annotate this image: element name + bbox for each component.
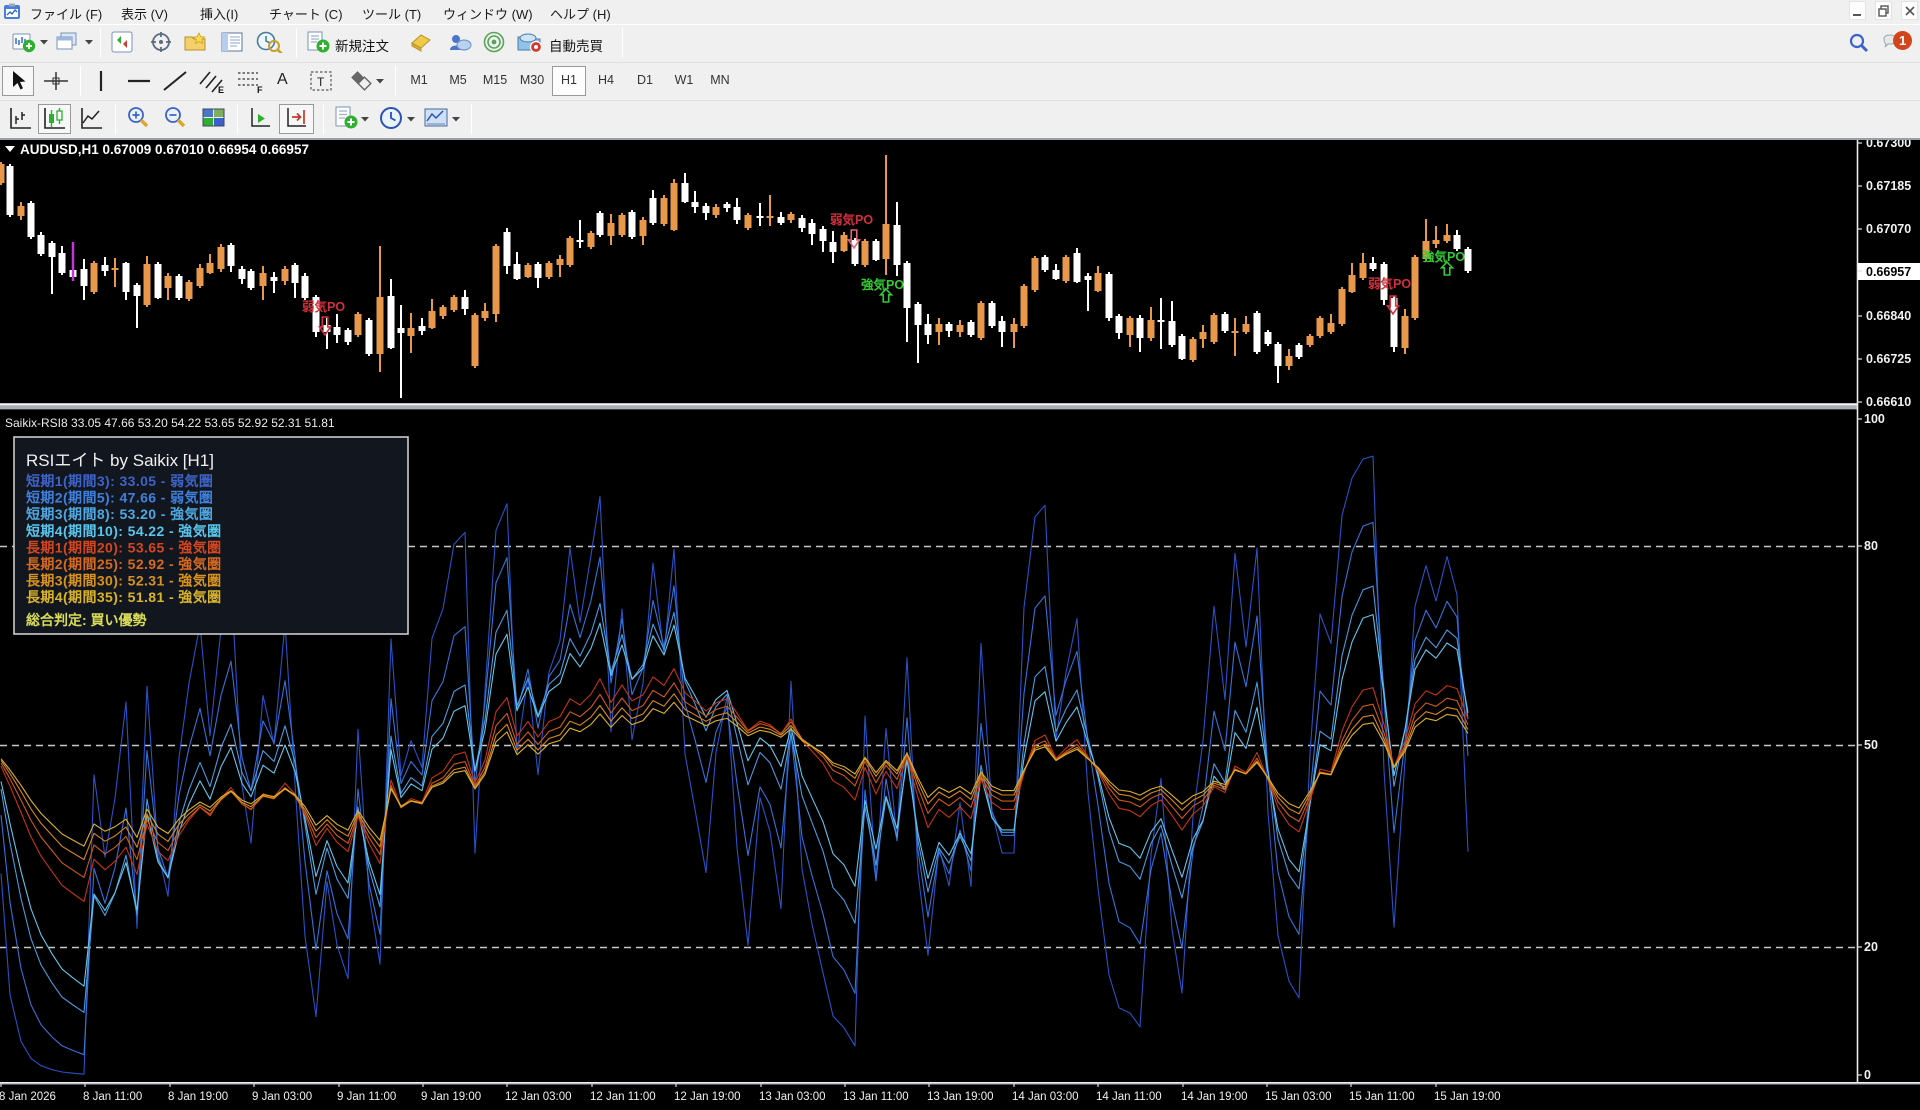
svg-text:9 Jan 19:00: 9 Jan 19:00 xyxy=(421,1091,481,1103)
svg-text:0.66725: 0.66725 xyxy=(1866,352,1911,366)
svg-text:13 Jan 03:00: 13 Jan 03:00 xyxy=(759,1091,826,1103)
svg-text:8 Jan 11:00: 8 Jan 11:00 xyxy=(83,1091,142,1103)
svg-text:短期4(期間10): 54.22 - 強気圏: 短期4(期間10): 54.22 - 強気圏 xyxy=(26,523,222,539)
svg-text:0.67300: 0.67300 xyxy=(1866,140,1911,150)
svg-text:0.67185: 0.67185 xyxy=(1866,179,1911,193)
svg-text:0.66840: 0.66840 xyxy=(1866,309,1911,323)
svg-text:短期1(期間3): 33.05 - 弱気圏: 短期1(期間3): 33.05 - 弱気圏 xyxy=(26,473,213,489)
svg-text:T: T xyxy=(317,75,325,89)
svg-text:8 Jan 2026: 8 Jan 2026 xyxy=(0,1091,56,1103)
svg-text:9 Jan 11:00: 9 Jan 11:00 xyxy=(337,1091,396,1103)
svg-text:9 Jan 03:00: 9 Jan 03:00 xyxy=(252,1091,312,1103)
svg-text:15 Jan 19:00: 15 Jan 19:00 xyxy=(1434,1091,1501,1103)
svg-text:14 Jan 11:00: 14 Jan 11:00 xyxy=(1096,1091,1162,1103)
svg-text:0: 0 xyxy=(1864,1068,1871,1082)
svg-text:RSIエイト by Saikix [H1]: RSIエイト by Saikix [H1] xyxy=(26,451,214,470)
svg-text:総合判定: 買い優勢: 総合判定: 買い優勢 xyxy=(26,612,147,628)
svg-text:弱気PO: 弱気PO xyxy=(302,299,345,314)
svg-text:長期4(期間35): 51.81 - 強気圏: 長期4(期間35): 51.81 - 強気圏 xyxy=(26,589,222,605)
svg-text:弱気PO: 弱気PO xyxy=(830,212,873,227)
svg-text:80: 80 xyxy=(1864,539,1878,553)
svg-text:0.66957: 0.66957 xyxy=(1866,265,1911,279)
svg-text:AUDUSD,H1 0.67009 0.67010 0.: AUDUSD,H1 0.67009 0.67010 0.66954 0.6695… xyxy=(20,142,309,157)
svg-text:12 Jan 19:00: 12 Jan 19:00 xyxy=(674,1091,741,1103)
svg-text:弱気PO: 弱気PO xyxy=(1368,276,1411,291)
svg-text:15 Jan 03:00: 15 Jan 03:00 xyxy=(1265,1091,1332,1103)
svg-text:8 Jan 19:00: 8 Jan 19:00 xyxy=(168,1091,228,1103)
svg-text:13 Jan 19:00: 13 Jan 19:00 xyxy=(927,1091,994,1103)
svg-text:14 Jan 19:00: 14 Jan 19:00 xyxy=(1181,1091,1248,1103)
svg-text:50: 50 xyxy=(1864,738,1878,752)
svg-text:20: 20 xyxy=(1864,940,1878,954)
svg-text:長期2(期間25): 52.92 - 強気圏: 長期2(期間25): 52.92 - 強気圏 xyxy=(26,556,222,572)
svg-text:15 Jan 11:00: 15 Jan 11:00 xyxy=(1349,1091,1415,1103)
svg-text:短期2(期間5): 47.66 - 弱気圏: 短期2(期間5): 47.66 - 弱気圏 xyxy=(26,490,213,506)
svg-text:F: F xyxy=(257,85,263,94)
svg-text:100: 100 xyxy=(1864,412,1885,426)
svg-text:短期3(期間8): 53.20 - 強気圏: 短期3(期間8): 53.20 - 強気圏 xyxy=(26,506,213,522)
svg-text:12 Jan 03:00: 12 Jan 03:00 xyxy=(505,1091,572,1103)
svg-text:強気PO: 強気PO xyxy=(1422,249,1465,264)
svg-text:Saikix-RSI8 33.05 47.66 53.20: Saikix-RSI8 33.05 47.66 53.20 54.22 53.6… xyxy=(5,416,335,430)
svg-text:E: E xyxy=(218,85,224,94)
svg-text:長期3(期間30): 52.31 - 強気圏: 長期3(期間30): 52.31 - 強気圏 xyxy=(26,573,222,589)
svg-text:12 Jan 11:00: 12 Jan 11:00 xyxy=(590,1091,656,1103)
svg-text:強気PO: 強気PO xyxy=(861,277,904,292)
svg-text:13 Jan 11:00: 13 Jan 11:00 xyxy=(843,1091,909,1103)
svg-text:14 Jan 03:00: 14 Jan 03:00 xyxy=(1012,1091,1079,1103)
svg-text:長期1(期間20): 53.65 - 強気圏: 長期1(期間20): 53.65 - 強気圏 xyxy=(26,539,222,555)
svg-text:0.66610: 0.66610 xyxy=(1866,395,1911,409)
svg-text:0.67070: 0.67070 xyxy=(1866,222,1911,236)
